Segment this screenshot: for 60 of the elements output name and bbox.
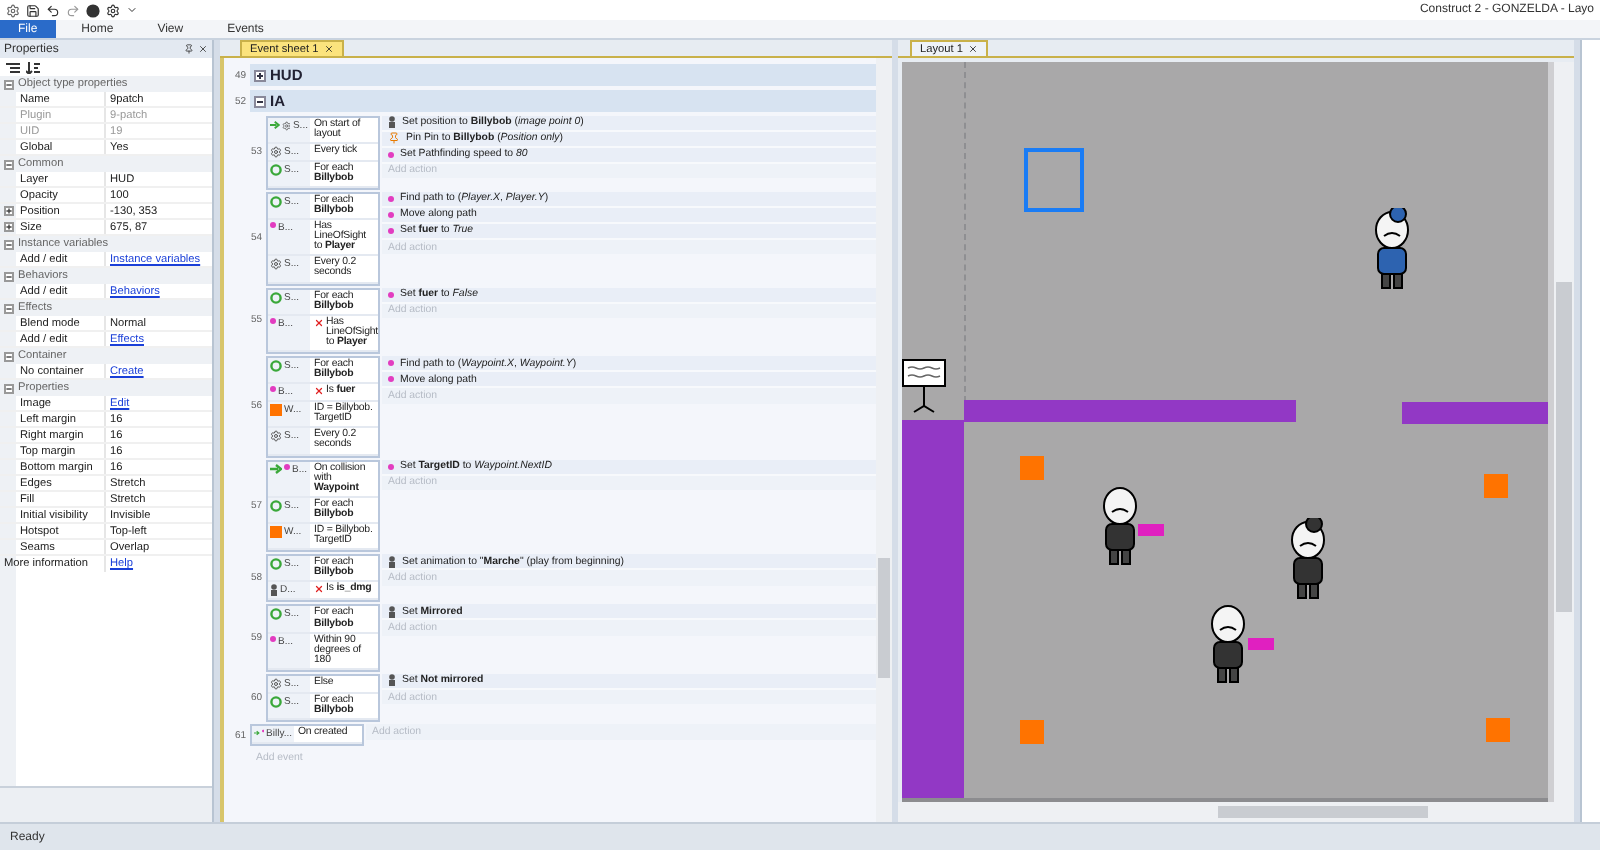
scrollbar[interactable] [876,58,892,822]
invert-icon [314,317,324,328]
app-icon[interactable] [6,3,20,17]
marker-bar[interactable] [1138,524,1164,536]
invert-icon [314,386,324,397]
loop-icon [270,163,282,176]
loop-icon [270,558,282,571]
arrow-icon [270,463,282,474]
dot-icon [270,317,276,324]
arrow-icon [254,728,260,739]
redo-icon[interactable] [66,3,80,17]
gear-icon [281,119,291,131]
invert-icon [314,584,324,595]
categorized-icon[interactable] [6,61,20,73]
square-icon [270,404,282,417]
dot-icon [270,222,276,229]
settings-icon[interactable] [106,3,120,17]
scrollbar[interactable] [898,802,1574,822]
dot-icon [270,386,276,393]
figure-icon [388,116,396,128]
dot-icon [270,635,276,642]
dot-icon [388,360,394,366]
dot-icon [388,463,394,470]
square-icon [270,526,282,539]
dot-icon [388,211,394,218]
sort-icon[interactable] [26,61,40,73]
loop-icon [270,499,282,512]
dot-icon [388,291,394,298]
scrollbar[interactable] [1554,62,1574,802]
figure-icon [388,605,396,618]
dot-icon [388,227,394,234]
marker-bar[interactable] [1248,638,1274,650]
collapse-icon[interactable] [254,95,266,107]
dot-icon [388,195,394,202]
gear-icon [270,145,282,158]
dot-icon [284,463,290,470]
figure-icon [388,555,396,568]
signboard-sprite [902,358,946,414]
pin-icon[interactable] [184,44,194,54]
undo-icon[interactable] [46,3,60,17]
expand-icon[interactable] [3,206,13,216]
gear-icon [270,258,282,271]
gear-icon [270,677,282,690]
arrow-icon [270,119,280,129]
stop-icon[interactable] [86,3,100,17]
loop-icon [270,291,282,304]
figure-icon [270,584,278,597]
gear-icon [270,430,282,443]
dot-icon [388,376,394,382]
loop-icon [270,608,282,621]
loop-icon [270,360,282,372]
figure-icon [388,674,396,687]
expand-icon[interactable] [3,222,13,232]
expand-icon[interactable] [254,69,266,81]
loop-icon [270,195,282,208]
loop-icon [270,695,282,708]
pin-icon [388,132,400,144]
dot-icon [388,151,394,157]
caret-icon[interactable] [126,4,138,16]
save-icon[interactable] [26,3,40,17]
